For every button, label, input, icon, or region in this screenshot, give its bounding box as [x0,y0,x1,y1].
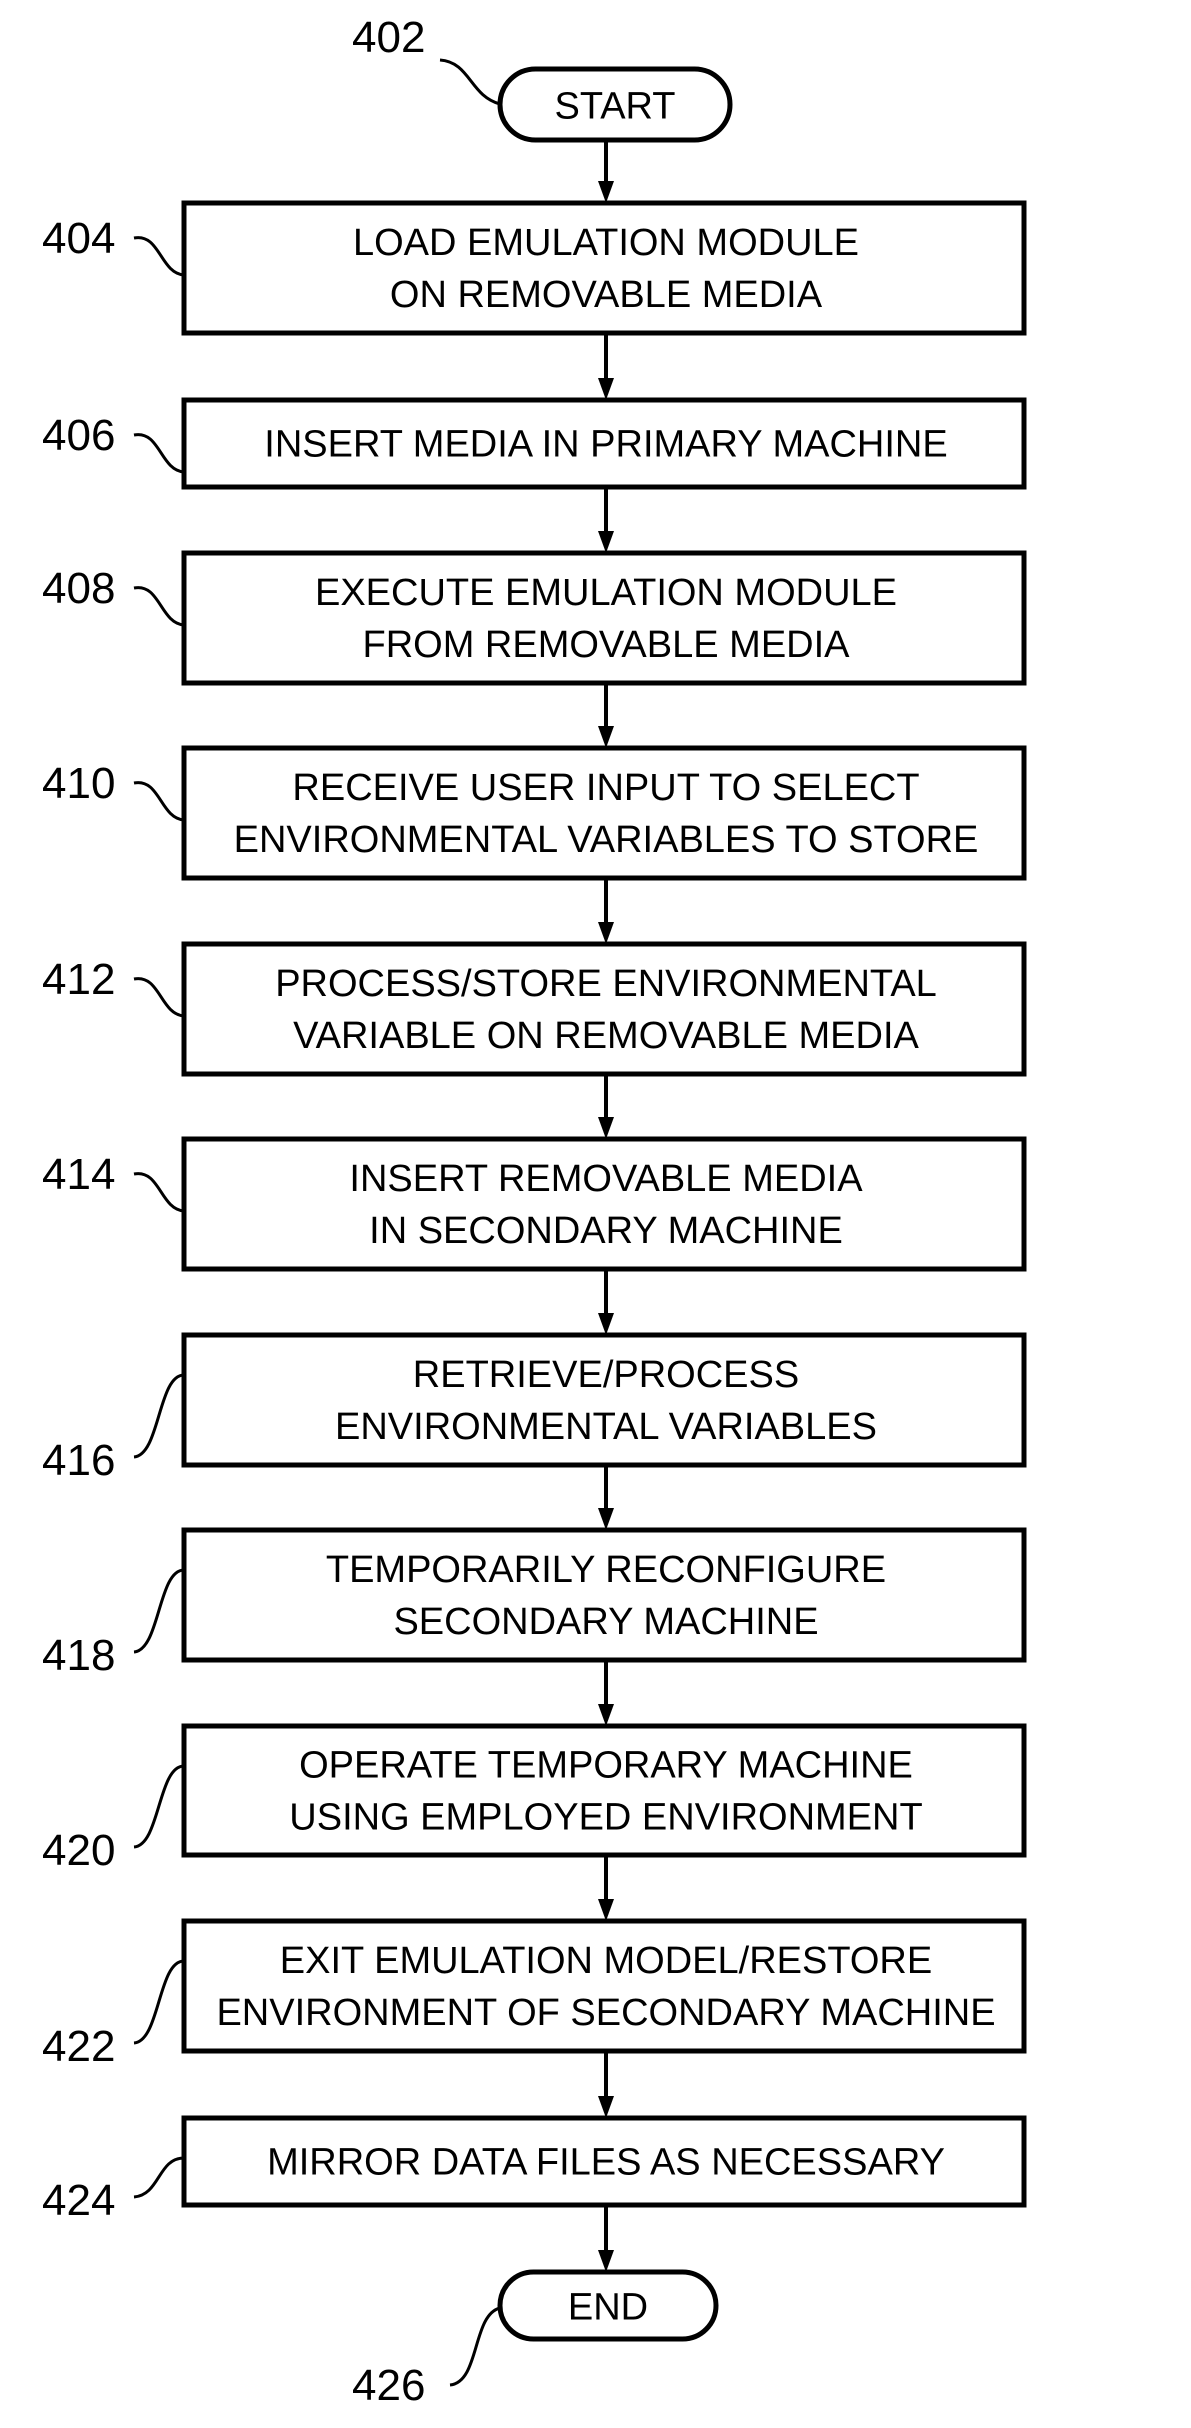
step-ref-number: 420 [42,1826,115,1875]
arrow-418 [598,1660,614,1726]
arrow-head-icon [598,2096,614,2118]
arrow-head-icon [598,922,614,944]
step-text-line: ENVIRONMENTAL VARIABLES TO STORE [234,819,979,861]
arrow-422 [598,2051,614,2118]
arrow-416 [598,1465,614,1530]
arrow-head-icon [598,726,614,748]
ref-leader-line [133,1764,185,1849]
step-text-line: VARIABLE ON REMOVABLE MEDIA [293,1015,919,1057]
step-412: PROCESS/STORE ENVIRONMENTAL VARIABLE ON R… [42,941,1027,1077]
end-terminal: END 426 [352,2269,719,2410]
ref-leader-line [133,977,185,1018]
arrow-404 [598,333,614,400]
step-text-line: RETRIEVE/PROCESS [413,1354,799,1396]
arrow-420 [598,1855,614,1921]
arrow-410 [598,878,614,944]
step-ref-number: 412 [42,955,115,1004]
step-408: EXECUTE EMULATION MODULE FROM REMOVABLE M… [42,550,1027,686]
ref-leader-line [133,433,185,474]
flowchart: START 402 LOAD EMULATION MODULE ON REMOVABL… [42,13,1027,2410]
step-text-line: IN SECONDARY MACHINE [369,1210,843,1252]
step-text-line: EXIT EMULATION MODEL/RESTORE [280,1940,932,1982]
step-418: TEMPORARILY RECONFIGURE SECONDARY MACHINE… [42,1527,1027,1680]
step-text-line: RECEIVE USER INPUT TO SELECT [292,767,919,809]
step-420: OPERATE TEMPORARY MACHINE USING EMPLOYED … [42,1723,1027,1875]
step-422: EXIT EMULATION MODEL/RESTORE ENVIRONMENT … [42,1918,1027,2071]
step-text-line: EXECUTE EMULATION MODULE [315,572,897,614]
step-406: INSERT MEDIA IN PRIMARY MACHINE 406 [42,397,1027,490]
ref-leader-line [133,586,185,627]
step-410: RECEIVE USER INPUT TO SELECT ENVIRONMENTA… [42,745,1027,881]
step-text-line: USING EMPLOYED ENVIRONMENT [289,1797,922,1839]
step-text-line: OPERATE TEMPORARY MACHINE [299,1745,913,1787]
ref-leader-line [133,1172,185,1213]
ref-leader-line [133,2156,185,2199]
end-leader-line [449,2306,501,2387]
arrow-412 [598,1074,614,1139]
step-text-line: LOAD EMULATION MODULE [353,222,859,264]
ref-leader-line [133,1568,185,1654]
start-terminal: START 402 [352,13,733,143]
arrow-414 [598,1269,614,1335]
step-text-line: INSERT MEDIA IN PRIMARY MACHINE [264,424,947,466]
step-text-line: MIRROR DATA FILES AS NECESSARY [267,2142,945,2184]
arrow-406 [598,487,614,553]
end-ref-number: 426 [352,2361,425,2410]
step-text-line: TEMPORARILY RECONFIGURE [326,1549,886,1591]
arrow-head-icon [598,1313,614,1335]
step-404: LOAD EMULATION MODULE ON REMOVABLE MEDIA 4… [42,200,1027,336]
arrow-408 [598,683,614,748]
step-text-line: ENVIRONMENT OF SECONDARY MACHINE [216,1992,995,2034]
arrow-head-icon [598,181,614,203]
start-ref-number: 402 [352,13,425,62]
step-414: INSERT REMOVABLE MEDIA IN SECONDARY MACHI… [42,1136,1027,1272]
arrow-head-icon [598,531,614,553]
step-ref-number: 410 [42,759,115,808]
step-ref-number: 424 [42,2176,115,2225]
ref-leader-line [133,1959,185,2045]
step-ref-number: 422 [42,2022,115,2071]
step-ref-number: 416 [42,1436,115,1485]
step-text-line: FROM REMOVABLE MEDIA [362,624,850,666]
ref-leader-line [133,1373,185,1459]
start-leader-line [439,58,501,106]
arrow-head-icon [598,1117,614,1139]
step-ref-number: 406 [42,411,115,460]
arrow-head-icon [598,378,614,400]
end-label: END [568,2287,648,2329]
step-text-line: PROCESS/STORE ENVIRONMENTAL [275,963,937,1005]
arrow-head-icon [598,1508,614,1530]
ref-leader-line [133,781,185,822]
arrow-head-icon [598,1704,614,1726]
step-text-line: INSERT REMOVABLE MEDIA [349,1158,863,1200]
start-label: START [554,86,675,128]
step-ref-number: 404 [42,214,115,263]
arrow-head-icon [598,2250,614,2272]
step-424: MIRROR DATA FILES AS NECESSARY 424 [42,2115,1027,2225]
step-ref-number: 414 [42,1150,115,1199]
step-text-line: ON REMOVABLE MEDIA [390,274,823,316]
arrow-head-icon [598,1899,614,1921]
step-text-line: SECONDARY MACHINE [393,1601,818,1643]
step-ref-number: 418 [42,1631,115,1680]
step-ref-number: 408 [42,564,115,613]
ref-leader-line [133,236,185,277]
arrow-424 [598,2205,614,2272]
step-text-line: ENVIRONMENTAL VARIABLES [335,1406,877,1448]
step-416: RETRIEVE/PROCESS ENVIRONMENTAL VARIABLES 4… [42,1332,1027,1485]
arrow-start-to-404 [598,140,614,203]
